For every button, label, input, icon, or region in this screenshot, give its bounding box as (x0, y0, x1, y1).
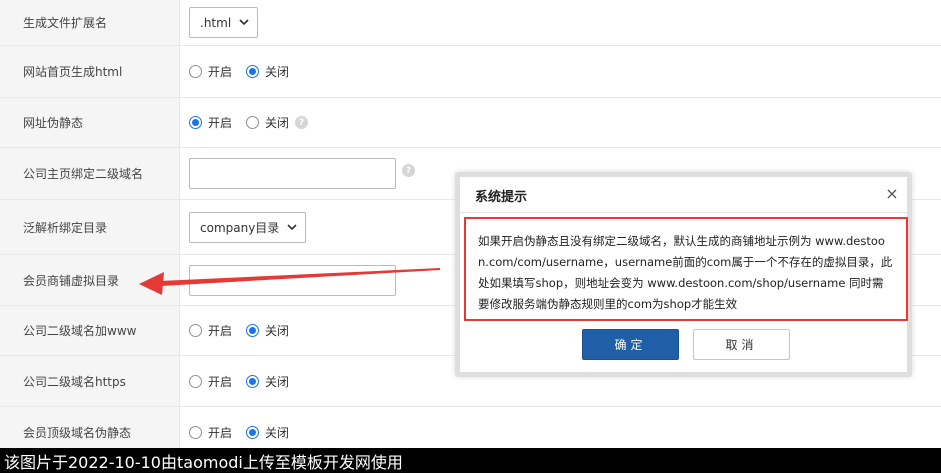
url-rewrite-on-radio[interactable] (189, 116, 202, 129)
shop-virtual-dir-input[interactable] (189, 264, 396, 296)
homepage-html-off-option[interactable]: 关闭 (246, 63, 289, 80)
label-company-subdomain: 公司主页绑定二级域名 (0, 148, 180, 199)
url-rewrite-on-option[interactable]: 开启 (189, 114, 232, 131)
subdomain-www-on-label: 开启 (208, 324, 233, 338)
topdomain-rewrite-on-radio[interactable] (189, 425, 202, 439)
homepage-html-off-radio[interactable] (246, 65, 260, 78)
subdomain-https-off-label: 关闭 (265, 374, 290, 389)
subdomain-https-on-radio[interactable] (189, 374, 202, 388)
subdomain-https-on-option[interactable]: 开启 (189, 373, 232, 390)
wildcard-dir-value: company目录 (200, 220, 280, 235)
help-icon[interactable]: ? (402, 164, 415, 177)
cancel-button[interactable]: 取消 (693, 329, 790, 360)
subdomain-www-off-option[interactable]: 关闭 (246, 322, 289, 339)
topdomain-rewrite-on-label: 开启 (208, 425, 233, 440)
row-file-ext: 生成文件扩展名 .html (0, 0, 941, 46)
company-subdomain-input[interactable] (189, 158, 396, 189)
file-ext-value: .html (200, 15, 232, 30)
system-dialog: 系统提示 × 如果开启伪静态且没有绑定二级域名，默认生成的商铺地址示例为 www… (455, 172, 912, 377)
subdomain-https-on-label: 开启 (208, 374, 233, 389)
file-ext-select[interactable]: .html (189, 7, 259, 38)
label-wildcard-dir: 泛解析绑定目录 (0, 200, 180, 254)
label-subdomain-https: 公司二级域名https (0, 356, 180, 406)
url-rewrite-off-option[interactable]: 关闭 (246, 114, 289, 131)
label-subdomain-www: 公司二级域名加www (0, 306, 180, 355)
chevron-down-icon (239, 16, 249, 29)
topdomain-rewrite-off-option[interactable]: 关闭 (246, 424, 289, 441)
topdomain-rewrite-off-label: 关闭 (265, 425, 290, 440)
dialog-message: 如果开启伪静态且没有绑定二级域名，默认生成的商铺地址示例为 www.destoo… (464, 217, 908, 321)
row-url-rewrite: 网址伪静态 开启 关闭 ? (0, 98, 941, 148)
confirm-button[interactable]: 确定 (582, 329, 679, 360)
label-file-ext: 生成文件扩展名 (0, 0, 180, 45)
close-icon[interactable]: × (883, 185, 901, 203)
watermark-banner: 该图片于2022-10-10由taomodi上传至模板开发网使用 (0, 448, 941, 473)
topdomain-rewrite-off-radio[interactable] (246, 425, 260, 439)
subdomain-www-on-option[interactable]: 开启 (189, 322, 232, 339)
dialog-title: 系统提示 (475, 190, 528, 205)
subdomain-www-off-label: 关闭 (265, 324, 290, 338)
topdomain-rewrite-on-option[interactable]: 开启 (189, 424, 232, 441)
url-rewrite-off-label: 关闭 (265, 116, 290, 130)
subdomain-https-off-radio[interactable] (246, 374, 260, 388)
wildcard-dir-select[interactable]: company目录 (189, 211, 307, 243)
subdomain-www-on-radio[interactable] (189, 324, 202, 337)
row-homepage-html: 网站首页生成html 开启 关闭 (0, 46, 941, 98)
homepage-html-on-label: 开启 (208, 65, 233, 79)
help-icon[interactable]: ? (295, 116, 309, 129)
homepage-html-on-option[interactable]: 开启 (189, 63, 232, 80)
label-shop-virtual-dir: 会员商铺虚拟目录 (0, 255, 180, 305)
chevron-down-icon (287, 221, 297, 234)
label-homepage-html: 网站首页生成html (0, 46, 180, 97)
homepage-html-on-radio[interactable] (189, 65, 202, 78)
homepage-html-off-label: 关闭 (265, 65, 290, 79)
url-rewrite-off-radio[interactable] (246, 116, 260, 129)
dialog-divider (460, 212, 907, 213)
url-rewrite-on-label: 开启 (208, 116, 233, 130)
subdomain-www-off-radio[interactable] (246, 324, 260, 337)
subdomain-https-off-option[interactable]: 关闭 (246, 373, 289, 390)
label-url-rewrite: 网址伪静态 (0, 98, 180, 147)
